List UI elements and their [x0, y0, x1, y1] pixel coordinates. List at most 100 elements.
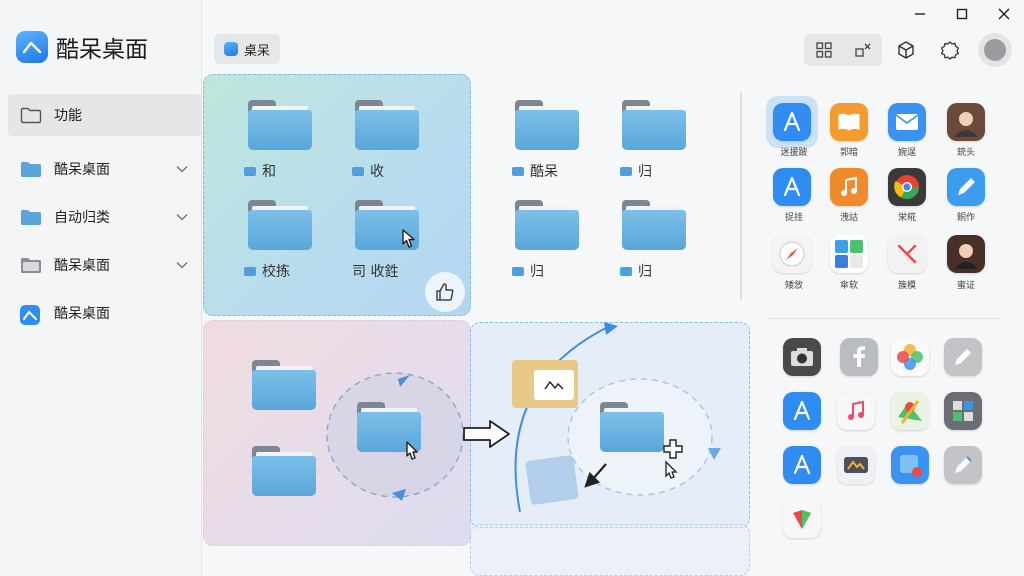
gear-icon — [940, 41, 960, 60]
maps-icon[interactable] — [891, 392, 929, 430]
avatar-icon[interactable] — [947, 235, 985, 273]
app-label: 銃头 — [956, 148, 975, 158]
app-store-icon[interactable] — [773, 103, 811, 141]
mail-icon[interactable] — [888, 103, 926, 141]
settings-button[interactable] — [936, 36, 964, 64]
close-button[interactable] — [994, 4, 1014, 24]
close-icon — [998, 8, 1010, 20]
app-label: 郭暗 — [839, 148, 858, 158]
avatar-icon[interactable] — [947, 103, 985, 141]
calendar-badge-icon[interactable] — [891, 446, 929, 484]
grid-icon — [815, 42, 832, 58]
chrome-icon[interactable] — [888, 168, 926, 206]
folder-label: 酷呆 — [512, 161, 558, 181]
folder-item[interactable] — [248, 100, 312, 150]
sidebar-item-desktop-2[interactable]: 酷呆桌面 — [8, 244, 202, 286]
breadcrumb-label: 桌呆 — [244, 43, 271, 59]
app-label: 栄椛 — [897, 213, 916, 223]
sidebar-item-label: 酷呆桌面 — [54, 258, 110, 274]
sidebar-item-label: 酷呆桌面 — [54, 162, 110, 178]
grid-view-button[interactable] — [804, 34, 843, 66]
folder-item[interactable] — [622, 200, 686, 250]
app-logo-icon — [224, 42, 238, 56]
cursor-move-icon — [400, 440, 424, 470]
facebook-icon[interactable] — [840, 338, 878, 376]
pencil-icon[interactable] — [944, 338, 982, 376]
chevron-down-icon[interactable] — [176, 257, 188, 273]
app-label: 捉挂 — [784, 213, 803, 223]
minimize-button[interactable] — [910, 4, 930, 24]
app-store-icon[interactable] — [773, 168, 811, 206]
like-button[interactable] — [425, 272, 465, 312]
cube-button[interactable] — [892, 36, 920, 64]
music-note-icon[interactable] — [837, 392, 875, 430]
avatar — [984, 39, 1006, 61]
app-label: 蜜证 — [956, 281, 975, 291]
sidebar-item-label: 酷呆桌面 — [54, 306, 110, 322]
folder-label: 归 — [620, 161, 652, 181]
user-avatar-button[interactable] — [978, 33, 1012, 67]
app-store-icon[interactable] — [783, 446, 821, 484]
folder-gray-icon — [20, 257, 42, 274]
cursor-arrow-icon — [582, 462, 610, 492]
folder-item[interactable] — [355, 100, 419, 150]
tiles-icon[interactable] — [944, 392, 982, 430]
app-logo-icon — [16, 31, 48, 63]
pencil-icon[interactable] — [944, 446, 982, 484]
mixed-view-icon — [854, 43, 870, 57]
list-view-button[interactable] — [843, 34, 882, 66]
app-label: 矮敜 — [784, 281, 803, 291]
safari-icon[interactable] — [773, 235, 811, 273]
sidebar-item-desktop-1[interactable]: 酷呆桌面 — [8, 148, 202, 190]
camera-icon[interactable] — [783, 338, 821, 376]
app-label: 迷援跛 — [780, 148, 808, 158]
chevron-down-icon[interactable] — [176, 209, 188, 225]
sidebar-item-desktop-3[interactable]: 酷呆桌面 — [8, 292, 202, 334]
folder-label: 收 — [352, 161, 384, 181]
app-label: 簇模 — [897, 281, 916, 291]
app-logo-icon — [20, 304, 42, 325]
feather-icon[interactable] — [783, 500, 821, 538]
breadcrumb[interactable]: 桌呆 — [214, 34, 281, 64]
folder-label: 和 — [244, 161, 276, 181]
dashboard-icon[interactable] — [837, 446, 875, 484]
section-divider — [768, 318, 1000, 319]
sidebar-item-auto-sort[interactable]: 自动归类 — [8, 196, 202, 238]
folder-icon — [20, 161, 42, 178]
calculator-icon[interactable] — [830, 235, 868, 273]
cursor-pointer-icon — [400, 228, 420, 254]
folder-label: 校拣 — [244, 261, 290, 281]
folder-icon — [20, 209, 42, 226]
app-label: 餇作 — [956, 213, 975, 223]
sidebar: 酷呆桌面 功能 酷呆桌面 自动归类 酷呆桌面 酷呆桌面 — [0, 0, 202, 576]
app-label: 洩詁 — [839, 213, 858, 223]
thumbs-up-icon — [436, 283, 454, 301]
app-label: 婉逞 — [897, 148, 916, 158]
folder-item[interactable] — [252, 360, 316, 410]
folder-item[interactable] — [248, 200, 312, 250]
app-label: 傘软 — [839, 281, 858, 291]
panel-divider — [740, 92, 742, 300]
tools-icon[interactable] — [888, 235, 926, 273]
chevron-down-icon[interactable] — [176, 161, 188, 177]
brand: 酷呆桌面 — [16, 30, 148, 64]
folder-icon — [512, 266, 524, 276]
music-icon[interactable] — [830, 168, 868, 206]
target-folder[interactable] — [600, 402, 664, 452]
folder-item[interactable] — [252, 446, 316, 496]
sidebar-item-label: 功能 — [54, 108, 82, 124]
folder-item[interactable] — [515, 200, 579, 250]
folder-preview-icon — [512, 360, 578, 408]
folder-icon — [620, 166, 632, 176]
folder-item[interactable] — [515, 100, 579, 150]
books-icon[interactable] — [830, 103, 868, 141]
photos-icon[interactable] — [891, 338, 929, 376]
maximize-button[interactable] — [952, 4, 972, 24]
folder-icon — [512, 166, 524, 176]
pen-icon[interactable] — [947, 168, 985, 206]
folder-outline-icon — [20, 107, 42, 124]
app-store-icon[interactable] — [783, 392, 821, 430]
folder-item[interactable] — [622, 100, 686, 150]
folder-icon — [352, 166, 364, 176]
sidebar-item-features[interactable]: 功能 — [8, 94, 202, 136]
